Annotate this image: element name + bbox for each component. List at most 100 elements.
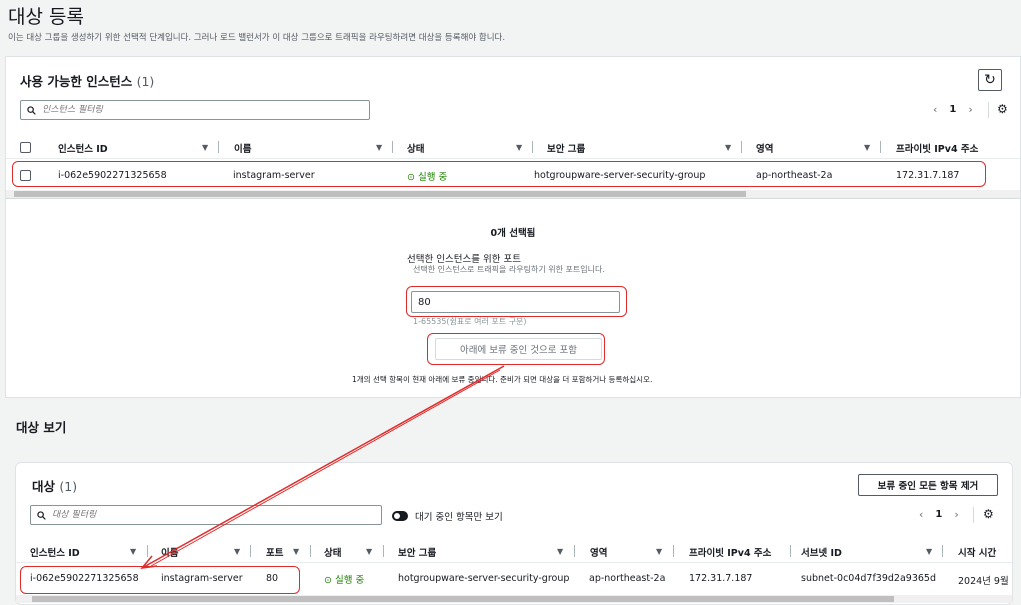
available-instances-count: (1) xyxy=(136,74,155,89)
port-label: 선택한 인스턴스를 위한 포트 xyxy=(407,254,521,265)
col-status[interactable]: 상태 xyxy=(324,545,341,559)
gear-icon[interactable]: ⚙ xyxy=(997,102,1008,116)
sort-caret-icon[interactable]: ▼ xyxy=(557,547,563,556)
row-security-group[interactable]: hotgroupware-server-security-group xyxy=(398,573,569,584)
selected-count-wrap: 0개 선택됨 xyxy=(6,225,1020,239)
sort-caret-icon[interactable]: ▼ xyxy=(234,547,240,556)
available-pagination: ‹ 1 › xyxy=(933,103,973,116)
col-instance-id[interactable]: 인스턴스 ID xyxy=(30,545,80,559)
col-private-ip[interactable]: 프라이빗 IPv4 주소 xyxy=(896,141,978,155)
sort-caret-icon[interactable]: ▼ xyxy=(725,143,731,152)
sort-caret-icon[interactable]: ▼ xyxy=(376,143,382,152)
sort-caret-icon[interactable]: ▼ xyxy=(864,143,870,152)
col-name[interactable]: 이름 xyxy=(161,545,178,559)
select-all-checkbox[interactable] xyxy=(20,142,31,153)
refresh-button[interactable]: ↻ xyxy=(978,69,1002,91)
port-input[interactable] xyxy=(411,291,620,313)
sort-caret-icon[interactable]: ▼ xyxy=(516,143,522,152)
targets-section-title: 대상 보기 xyxy=(16,420,67,435)
col-divider xyxy=(310,545,311,557)
refresh-icon: ↻ xyxy=(984,72,996,88)
targets-count: (1) xyxy=(59,479,78,494)
col-name[interactable]: 이름 xyxy=(234,141,251,155)
targets-pagination: ‹ 1 › xyxy=(919,508,959,521)
col-zone[interactable]: 영역 xyxy=(590,545,607,559)
row-private-ip: 172.31.7.187 xyxy=(689,573,753,584)
sort-caret-icon[interactable]: ▼ xyxy=(202,143,208,152)
pending-only-toggle-label: 대기 중인 항목만 보기 xyxy=(415,512,503,523)
page-number[interactable]: 1 xyxy=(949,104,956,115)
row-zone: ap-northeast-2a xyxy=(756,170,833,181)
available-table-header: 인스턴스 ID ▼ 이름 ▼ 상태 ▼ 보안 그룹 ▼ 영역 ▼ 프라이빗 IP… xyxy=(6,135,1020,159)
row-security-group[interactable]: hotgroupware-server-security-group xyxy=(534,170,705,181)
col-security-group[interactable]: 보안 그룹 xyxy=(398,545,436,559)
col-divider xyxy=(574,545,575,557)
remove-all-pending-button[interactable]: 보류 중인 모든 항목 제거 xyxy=(858,474,998,496)
col-security-group[interactable]: 보안 그룹 xyxy=(547,141,585,155)
col-instance-id[interactable]: 인스턴스 ID xyxy=(58,141,108,155)
sort-caret-icon[interactable]: ▼ xyxy=(656,547,662,556)
col-port[interactable]: 포트 xyxy=(266,545,283,559)
next-page-button[interactable]: › xyxy=(968,103,972,116)
sort-caret-icon[interactable]: ▼ xyxy=(293,547,299,556)
search-icon xyxy=(27,105,36,115)
horizontal-scrollbar[interactable] xyxy=(16,595,1012,603)
col-private-ip[interactable]: 프라이빗 IPv4 주소 xyxy=(689,545,771,559)
target-search[interactable] xyxy=(30,505,382,525)
row-start-time: 2024년 9월 xyxy=(958,576,1009,587)
row-checkbox[interactable] xyxy=(20,170,31,181)
check-circle-icon: ⊙ xyxy=(324,575,332,586)
prev-page-button[interactable]: ‹ xyxy=(933,103,937,116)
available-instances-title: 사용 가능한 인스턴스 xyxy=(20,74,133,89)
sort-caret-icon[interactable]: ▼ xyxy=(130,547,136,556)
pager-divider xyxy=(973,507,974,523)
row-instance-id: i-062e5902271325658 xyxy=(30,573,139,584)
targets-heading: 대상 (1) xyxy=(32,476,77,495)
col-subnet-id[interactable]: 서브넷 ID xyxy=(801,545,842,559)
row-zone: ap-northeast-2a xyxy=(589,573,666,584)
row-status: ⊙ 실행 중 xyxy=(407,169,447,183)
instance-search[interactable] xyxy=(20,100,370,120)
target-search-input[interactable] xyxy=(52,510,362,520)
include-pending-button[interactable]: 아래에 보류 중인 것으로 포함 xyxy=(435,338,602,360)
table-row[interactable]: i-062e5902271325658 instagram-server ⊙ 실… xyxy=(6,163,1020,189)
sort-caret-icon[interactable]: ▼ xyxy=(926,547,932,556)
selected-count: 0개 선택됨 xyxy=(490,228,536,239)
search-icon xyxy=(37,510,46,520)
col-start-time[interactable]: 시작 시간 xyxy=(958,545,996,559)
col-divider xyxy=(392,141,393,153)
col-divider xyxy=(218,141,219,153)
check-circle-icon: ⊙ xyxy=(407,172,415,183)
horizontal-scrollbar[interactable] xyxy=(6,190,1020,198)
row-status-label: 실행 중 xyxy=(418,172,448,183)
page-number[interactable]: 1 xyxy=(935,509,942,520)
col-divider xyxy=(147,545,148,557)
gear-icon[interactable]: ⚙ xyxy=(983,507,994,521)
page-description: 이는 대상 그룹을 생성하기 위한 선택적 단계입니다. 그러나 로드 밸런서가… xyxy=(8,33,506,43)
col-divider xyxy=(250,545,251,557)
port-description: 선택한 인스턴스로 트래픽을 라우팅하기 위한 포트입니다. xyxy=(413,265,605,274)
sort-caret-icon[interactable]: ▼ xyxy=(366,547,372,556)
row-name: instagram-server xyxy=(161,573,243,584)
pager-divider xyxy=(988,102,989,118)
row-name: instagram-server xyxy=(233,170,315,181)
row-subnet-id[interactable]: subnet-0c04d7f39d2a9365d xyxy=(801,573,936,584)
targets-title: 대상 xyxy=(32,479,56,494)
scrollbar-thumb[interactable] xyxy=(14,191,746,197)
targets-table-header: 인스턴스 ID ▼ 이름 ▼ 포트 ▼ 상태 ▼ 보안 그룹 ▼ 영역 ▼ 프라… xyxy=(16,539,1012,563)
pending-only-toggle[interactable] xyxy=(392,511,408,521)
pending-hint: 1개의 선택 항목이 현재 아래에 보류 중입니다. 준비가 되면 대상을 더 … xyxy=(352,375,653,384)
instance-search-input[interactable] xyxy=(42,105,350,115)
col-status[interactable]: 상태 xyxy=(407,141,424,155)
next-page-button[interactable]: › xyxy=(954,508,958,521)
row-status: ⊙ 실행 중 xyxy=(324,572,364,586)
row-private-ip: 172.31.7.187 xyxy=(896,170,960,181)
available-instances-heading: 사용 가능한 인스턴스 (1) xyxy=(20,71,154,90)
scrollbar-thumb[interactable] xyxy=(32,596,894,602)
col-divider xyxy=(532,141,533,153)
port-range-hint: 1-65535(쉼표로 여러 포트 구분) xyxy=(413,317,527,326)
table-row[interactable]: i-062e5902271325658 instagram-server 80 … xyxy=(16,567,1012,593)
prev-page-button[interactable]: ‹ xyxy=(919,508,923,521)
row-status-label: 실행 중 xyxy=(335,575,365,586)
col-zone[interactable]: 영역 xyxy=(756,141,773,155)
